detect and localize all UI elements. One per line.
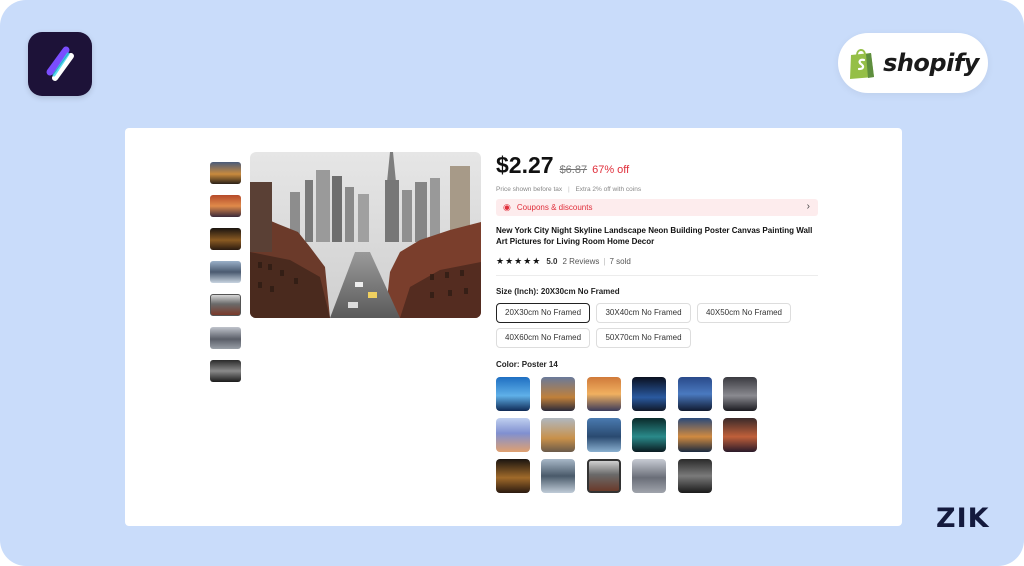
- product-card: $2.27 $6.87 67% off Price shown before t…: [125, 128, 902, 526]
- color-swatch-9[interactable]: [586, 418, 621, 452]
- thumbnail-2[interactable]: [210, 195, 241, 217]
- app-logo-icon: [28, 32, 92, 96]
- price-row: $2.27 $6.87 67% off: [496, 152, 818, 186]
- color-swatch-3[interactable]: [586, 377, 621, 411]
- discount-label: 67% off: [592, 164, 630, 176]
- shopify-logo: shopify: [838, 33, 988, 93]
- zik-watermark: ZIK: [936, 503, 990, 534]
- price-notes: Price shown before tax | Extra 2% off wi…: [496, 186, 818, 193]
- color-swatch-5[interactable]: [677, 377, 712, 411]
- divider: [496, 275, 818, 276]
- thumbnail-1[interactable]: [210, 162, 241, 184]
- thumbnail-4[interactable]: [210, 261, 241, 283]
- rating-row: ★★★★★ 5.0 2 Reviews | 7 sold: [496, 255, 818, 267]
- size-option-5[interactable]: 50X70cm No Framed: [596, 328, 691, 348]
- reviews-link[interactable]: 2 Reviews: [562, 257, 599, 266]
- color-label: Color: Poster 14: [496, 360, 558, 369]
- size-label: Size (Inch): 20X30cm No Framed: [496, 287, 620, 296]
- color-swatch-1[interactable]: [496, 377, 530, 411]
- product-title: New York City Night Skyline Landscape Ne…: [496, 226, 813, 246]
- sold-count: 7 sold: [609, 256, 631, 266]
- shopify-bag-icon: [850, 49, 875, 79]
- color-swatch-2[interactable]: [541, 377, 576, 411]
- coins-note: Extra 2% off with coins: [575, 186, 642, 193]
- color-swatches: [496, 377, 786, 500]
- thumbnail-6[interactable]: [210, 327, 241, 349]
- thumbnail-list: [210, 162, 242, 393]
- separator: |: [603, 256, 606, 266]
- color-swatch-17[interactable]: [677, 459, 712, 493]
- thumbnail-5[interactable]: [210, 294, 241, 316]
- product-info: $2.27 $6.87 67% off Price shown before t…: [496, 152, 818, 500]
- shopify-wordmark: shopify: [883, 49, 979, 77]
- main-product-image[interactable]: [250, 152, 481, 318]
- color-swatch-7[interactable]: [496, 418, 530, 452]
- chevron-right-icon: ›: [806, 201, 810, 212]
- size-option-3[interactable]: 40X50cm No Framed: [696, 303, 791, 323]
- current-price: $2.27: [496, 152, 554, 178]
- coupon-tag-icon: ◉: [503, 202, 511, 212]
- size-options: 20X30cm No Framed 30X40cm No Framed 40X5…: [496, 302, 818, 352]
- color-swatch-4[interactable]: [632, 377, 667, 411]
- rating-value: 5.0: [546, 256, 558, 266]
- tax-note: Price shown before tax: [496, 186, 563, 193]
- color-swatch-14[interactable]: [541, 459, 576, 493]
- color-swatch-11[interactable]: [677, 418, 712, 452]
- star-icon: ★★★★★: [496, 255, 542, 266]
- original-price: $6.87: [559, 164, 588, 176]
- color-swatch-12[interactable]: [723, 418, 758, 452]
- coupons-button[interactable]: ◉ Coupons & discounts ›: [496, 199, 818, 216]
- color-swatch-6[interactable]: [723, 377, 758, 411]
- color-swatch-16[interactable]: [632, 459, 667, 493]
- size-option-1[interactable]: 20X30cm No Framed: [496, 303, 591, 323]
- color-swatch-8[interactable]: [541, 418, 576, 452]
- color-swatch-10[interactable]: [632, 418, 667, 452]
- thumbnail-7[interactable]: [210, 360, 241, 382]
- size-option-2[interactable]: 30X40cm No Framed: [596, 303, 691, 323]
- thumbnail-3[interactable]: [210, 228, 241, 250]
- size-option-4[interactable]: 40X60cm No Framed: [496, 328, 591, 348]
- color-swatch-15[interactable]: [586, 459, 621, 493]
- separator: |: [567, 186, 570, 193]
- color-swatch-13[interactable]: [496, 459, 530, 493]
- coupons-label: Coupons & discounts: [516, 203, 593, 212]
